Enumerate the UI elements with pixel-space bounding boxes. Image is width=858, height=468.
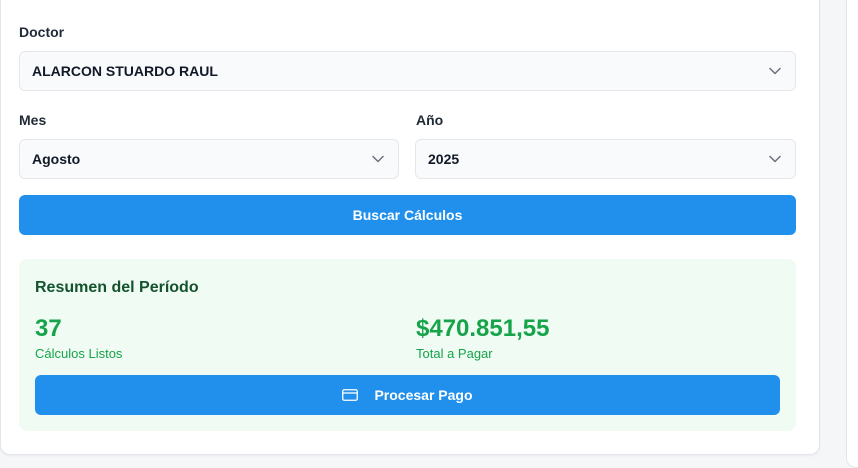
month-select-value: Agosto — [32, 151, 81, 167]
ready-count-label: Cálculos Listos — [35, 346, 123, 361]
period-summary-panel: Resumen del Período 37 Cálculos Listos $… — [19, 259, 796, 431]
ready-count-value: 37 — [35, 315, 62, 342]
doctor-label: Doctor — [19, 24, 65, 40]
chevron-down-icon — [769, 155, 781, 163]
month-label: Mes — [19, 112, 47, 128]
search-calculations-button[interactable]: Buscar Cálculos — [19, 195, 796, 235]
chevron-down-icon — [372, 155, 384, 163]
month-select[interactable]: Agosto — [19, 139, 399, 179]
total-amount-label: Total a Pagar — [416, 346, 493, 361]
search-calculations-label: Buscar Cálculos — [352, 207, 463, 223]
side-panel — [846, 0, 858, 468]
process-payment-button[interactable]: Procesar Pago — [35, 375, 780, 415]
year-label: Año — [416, 112, 444, 128]
year-select-value: 2025 — [428, 151, 460, 167]
doctor-select-value: ALARCON STUARDO RAUL — [32, 63, 218, 79]
summary-title: Resumen del Período — [35, 279, 199, 296]
process-payment-label: Procesar Pago — [374, 387, 473, 403]
year-select[interactable]: 2025 — [415, 139, 796, 179]
total-amount-value: $470.851,55 — [416, 315, 550, 342]
credit-card-icon — [342, 389, 359, 401]
chevron-down-icon — [769, 67, 781, 75]
doctor-select[interactable]: ALARCON STUARDO RAUL — [19, 51, 796, 91]
